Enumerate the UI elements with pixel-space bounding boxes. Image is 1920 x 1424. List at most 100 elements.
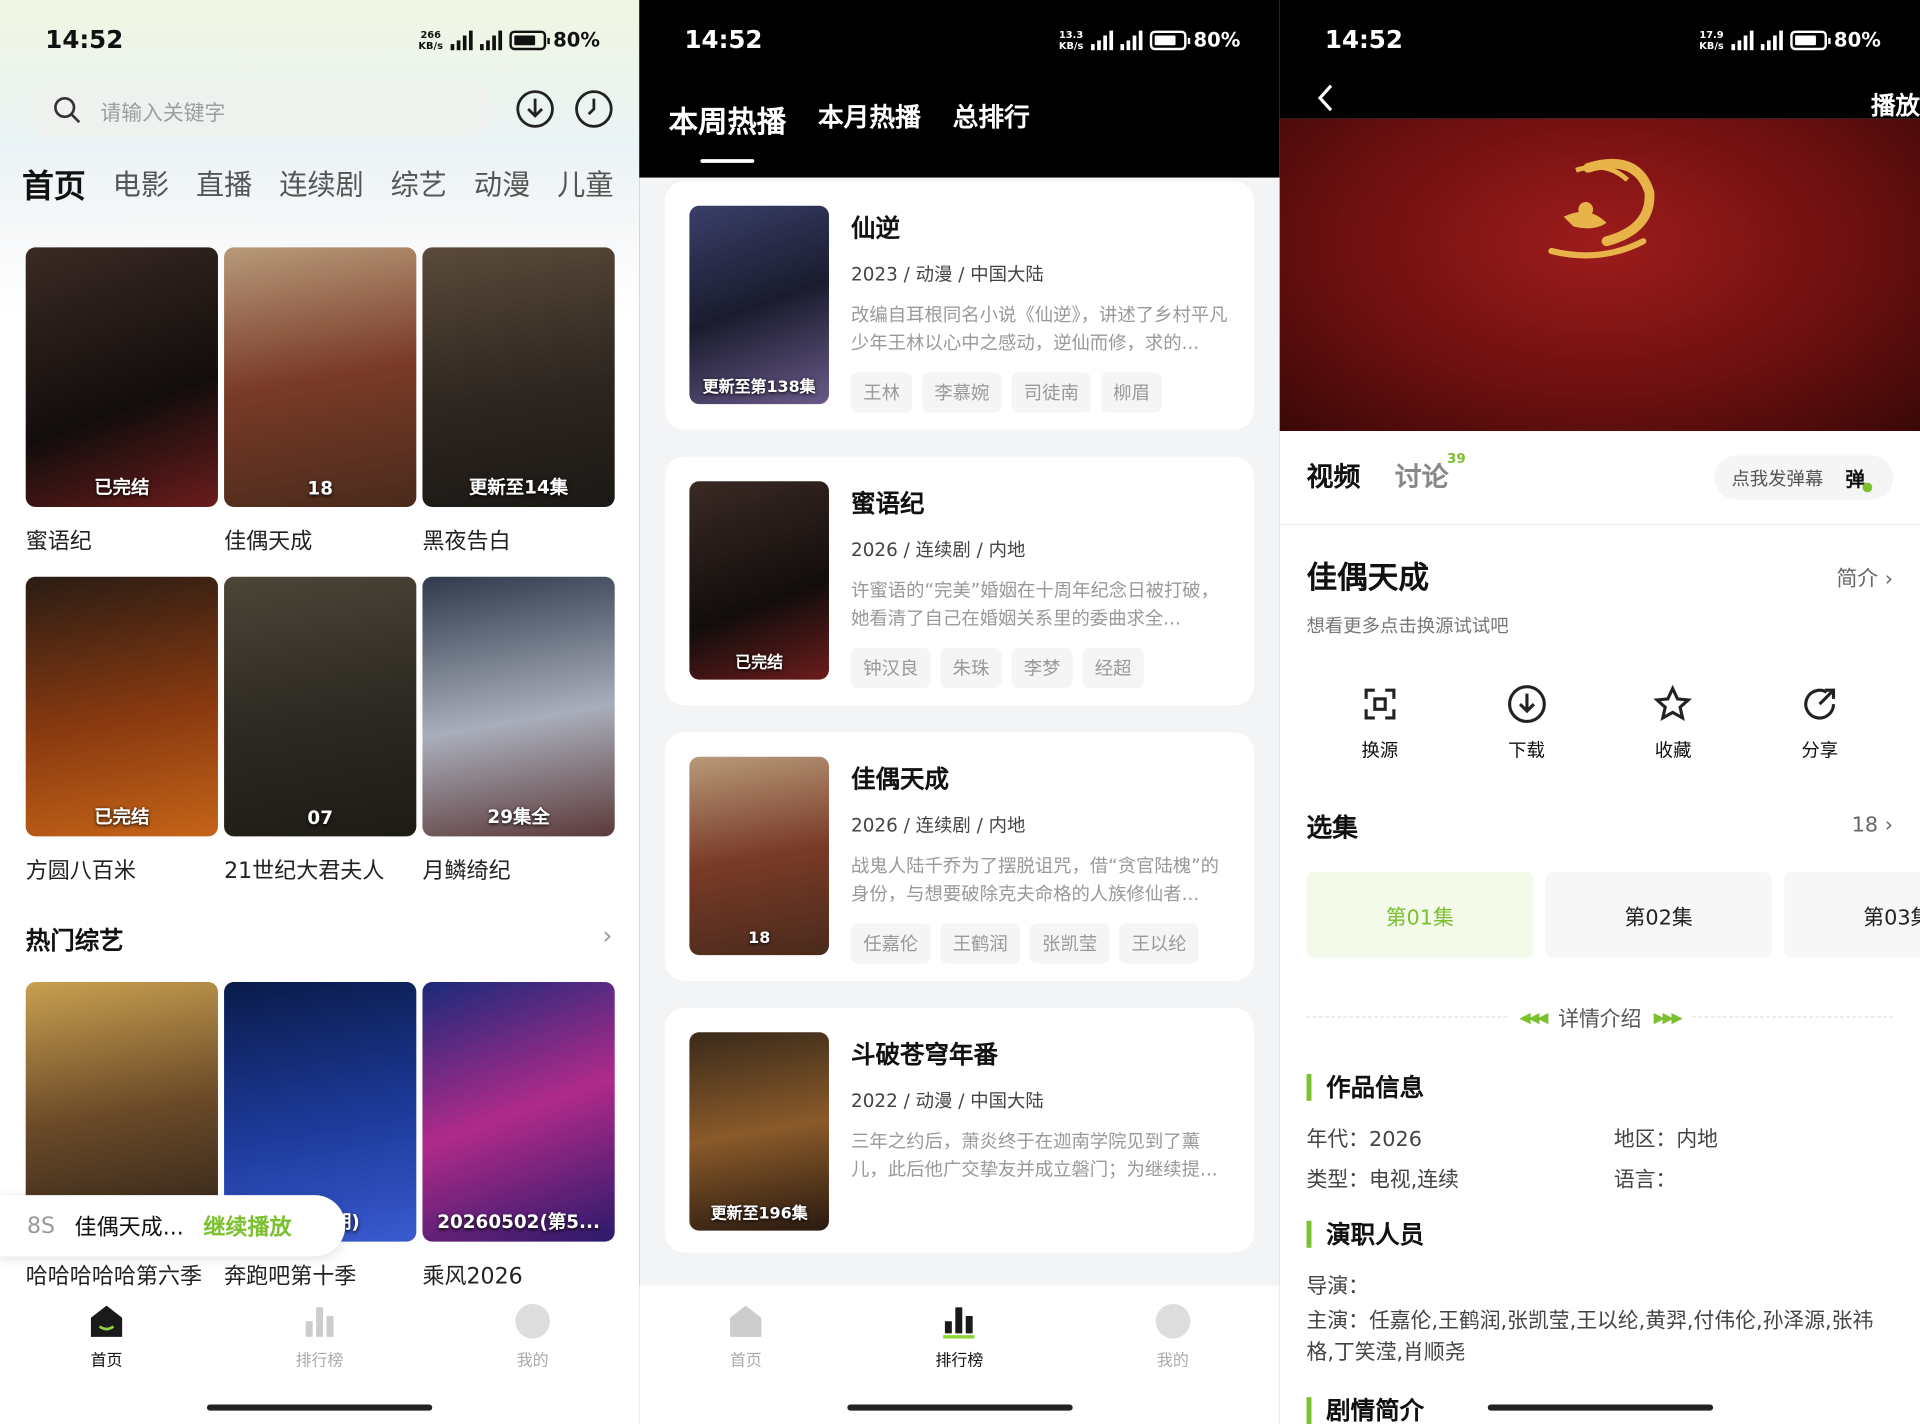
poster-badge: 更新至196集 [710,1204,808,1224]
back-arrow-icon[interactable] [1311,81,1340,115]
star-icon [1653,684,1693,722]
play-label[interactable]: 播放 [1871,86,1920,122]
intro-link[interactable]: 简介 › [1837,561,1894,591]
poster-badge: 已完结 [94,805,150,828]
rank-card[interactable]: 已完结 蜜语纪 2026 / 连续剧 / 内地 许蜜语的“完美”婚姻在十周年纪念日被… [664,456,1254,706]
tab-home[interactable]: 首页 [45,1300,167,1424]
cast-chip: 任嘉伦 [851,923,931,964]
signal-icon [1090,30,1113,50]
battery-level: 80% [553,28,601,52]
tab-kids[interactable]: 儿童 [557,162,613,207]
net-speed: 13.3 KB/s [1058,28,1084,51]
poster-card[interactable]: 29集全 月鳞绮纪 [422,576,615,903]
home-icon [90,1305,123,1337]
poster-card[interactable]: 07 21世纪大君夫人 [224,576,417,903]
player-topbar [1279,0,1920,119]
home-icon [730,1305,762,1337]
tab-mine[interactable]: 我的 [1112,1300,1234,1424]
details-label: 详情介绍 [1558,1007,1642,1033]
section-header[interactable]: 热门综艺 › [26,921,613,957]
video-player[interactable] [1279,118,1920,432]
battery-icon [509,30,550,50]
resume-title: 佳偶天成... [74,1214,184,1241]
cast-chip: 王以纶 [1119,923,1199,964]
poster-card[interactable]: 更新至14集黑夜告白 [422,247,615,573]
poster-card[interactable]: 哈哈哈哈哈第六季 [25,982,218,1308]
signal-icon [1760,30,1783,50]
divider [1279,524,1920,526]
tab-mine[interactable]: 我的 [471,1300,593,1424]
poster-image: 29集全 [422,576,615,837]
rank-card[interactable]: 18 佳偶天成 2026 / 连续剧 / 内地 战鬼人陆千乔为了摆脱诅咒，借“贪官陆… [664,732,1254,981]
download-button[interactable]: 下载 [1471,683,1581,763]
info-type: 类型：电视,连续 [1306,1168,1459,1193]
tab-video[interactable]: 视频 [1307,456,1361,495]
poster-image: 已完结 [25,247,218,507]
signal-icon [1731,30,1754,50]
tab-label: 首页 [90,1351,123,1371]
history-icon[interactable] [573,88,615,130]
arrow-left-icon: ◀◀◀ [1519,1008,1548,1026]
studio-logo [1548,158,1655,259]
tab-variety[interactable]: 综艺 [391,162,447,207]
tab-discuss-label: 讨论 [1394,462,1449,494]
status-bar: 14:52 13.3 KB/s 80% [639,24,1279,56]
share-button[interactable]: 分享 [1765,683,1875,763]
switch-source-button[interactable]: 换源 [1325,683,1435,763]
poster-badge: 已完结 [735,653,784,673]
rank-card[interactable]: 更新至第138集 仙逆 2023 / 动漫 / 中国大陆 改编自耳根同名小说《仙逆》… [664,181,1254,430]
resume-playback-bar[interactable]: 8S 佳偶天成... 继续播放 [0,1195,346,1257]
tab-monthly[interactable]: 本月热播 [818,98,921,141]
continue-button[interactable]: 继续播放 [203,1210,291,1242]
danmu-placeholder: 点我发弹幕 [1731,467,1824,490]
danmu-toggle-button[interactable]: 弹 [1845,463,1873,493]
tab-home[interactable]: 首页 [22,162,86,207]
tab-label: 排行榜 [935,1351,984,1371]
tab-series[interactable]: 连续剧 [279,162,363,207]
poster-card[interactable]: 18 佳偶天成 [224,247,417,573]
episode-button[interactable]: 第03集 [1784,871,1920,958]
arrow-right-icon: ▶▶▶ [1653,1008,1683,1026]
rank-card[interactable]: 更新至196集 斗破苍穹年番 2022 / 动漫 / 中国大陆 三年之约后，萧炎终于… [664,1007,1254,1253]
tab-anime[interactable]: 动漫 [474,162,530,207]
favorite-button[interactable]: 收藏 [1618,683,1728,763]
card-desc: 三年之约后，萧炎终于在迦南学院见到了薰儿，此后他广交挚友并成立磐门；为继续提..… [851,1130,1218,1181]
home-indicator[interactable] [1487,1404,1713,1411]
danmu-input[interactable]: 点我发弹幕弹 [1714,455,1894,500]
episode-list: 第01集 第02集 第03集 [1306,871,1920,958]
episodes-label: 选集 [1306,813,1358,843]
poster-image: 07 [224,576,417,837]
tab-home[interactable]: 首页 [685,1300,807,1424]
poster-card[interactable]: 已完结 方圆八百米 [25,576,218,903]
battery-level: 80% [1193,28,1241,52]
tab-live[interactable]: 直播 [196,162,252,207]
face-icon [1155,1303,1191,1339]
episode-button[interactable]: 第02集 [1545,871,1772,958]
poster-card[interactable]: 1(第2期)奔跑吧第十季 [224,982,417,1308]
status-time: 14:52 [684,24,763,54]
action-label: 分享 [1801,739,1839,762]
poster-title: 黑夜告白 [422,528,511,555]
cast-chip: 钟汉良 [851,647,931,689]
home-indicator[interactable] [206,1404,433,1411]
search-input[interactable]: 请输入关键字 [26,83,493,138]
info-language: 语言： [1613,1168,1677,1193]
details-divider: ◀◀◀ 详情介绍 ▶▶▶ [1306,1002,1894,1033]
tab-movie[interactable]: 电影 [113,162,169,207]
poster-image: 更新至第138集 [689,205,829,405]
home-indicator[interactable] [846,1404,1073,1411]
tab-label: 我的 [516,1351,549,1371]
download-icon[interactable] [514,88,556,130]
status-time: 14:52 [1324,24,1403,54]
episodes-count-link[interactable]: 18 › [1852,813,1893,837]
tab-overall[interactable]: 总排行 [953,98,1030,141]
poster-card[interactable]: 已完结 蜜语纪 [25,247,218,573]
poster-card[interactable]: 20260502(第5... 乘风2026 [422,982,615,1308]
net-speed: 17.9 KB/s [1699,28,1724,51]
episode-button[interactable]: 第01集 [1306,871,1534,958]
rank-tabs: 本周热播 本月热播 总排行 [669,98,1030,163]
poster-image: 更新至14集 [422,247,615,507]
tab-weekly[interactable]: 本周热播 [669,98,786,163]
tab-discuss[interactable]: 讨论 39 [1394,451,1466,495]
card-title: 佳偶天成 [851,764,949,794]
